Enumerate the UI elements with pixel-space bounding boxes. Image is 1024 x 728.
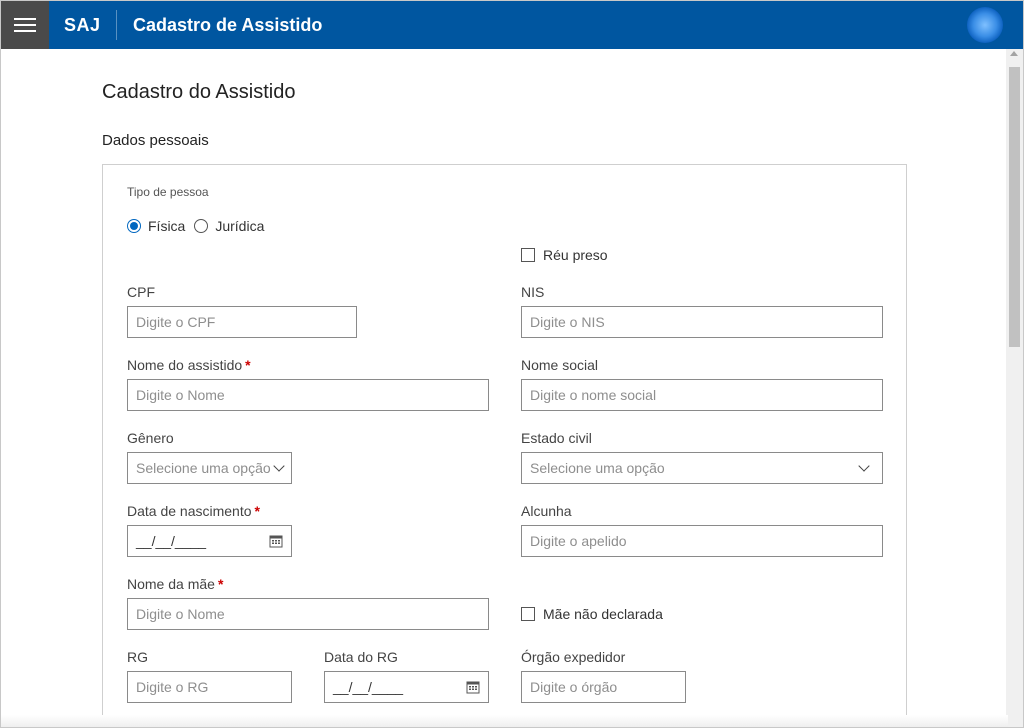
tipo-pessoa-label: Tipo de pessoa (127, 185, 209, 199)
orgao-expedidor-input[interactable] (521, 671, 686, 703)
hamburger-icon (14, 18, 36, 20)
data-nascimento-label: Data de nascimento * (127, 503, 260, 519)
page-title: Cadastro do Assistido (102, 81, 296, 103)
reu-preso-checkbox[interactable] (521, 248, 535, 262)
radio-fisica[interactable] (127, 219, 141, 233)
scroll-up-arrow-icon[interactable] (1010, 51, 1018, 56)
mae-nao-declarada-label[interactable]: Mãe não declarada (543, 606, 663, 622)
rg-input[interactable] (127, 671, 292, 703)
calendar-icon[interactable] (269, 534, 283, 548)
required-marker: * (245, 357, 251, 373)
menu-button[interactable] (1, 1, 49, 49)
required-marker: * (254, 503, 260, 519)
data-rg-label: Data do RG (324, 649, 398, 665)
data-nascimento-input[interactable]: __/__/____ (127, 525, 292, 557)
alcunha-label: Alcunha (521, 503, 572, 519)
data-rg-input[interactable]: __/__/____ (324, 671, 489, 703)
nome-social-input[interactable] (521, 379, 883, 411)
chevron-down-icon (273, 459, 285, 472)
personal-data-card: Tipo de pessoa Física Jurídica Réu preso… (102, 164, 907, 727)
bottom-edge (1, 715, 1008, 727)
nome-assistido-input[interactable] (127, 379, 489, 411)
cpf-input[interactable] (127, 306, 357, 338)
nome-assistido-label: Nome do assistido * (127, 357, 251, 373)
tipo-pessoa-radio-group: Física Jurídica (127, 218, 264, 234)
header-divider (116, 10, 117, 40)
cpf-label: CPF (127, 284, 155, 300)
data-rg-value: __/__/____ (333, 679, 404, 695)
app-window: SAJ Cadastro de Assistido Cadastro do As… (0, 0, 1024, 728)
nome-mae-label: Nome da mãe * (127, 576, 224, 592)
section-title: Dados pessoais (102, 132, 209, 149)
genero-select-value: Selecione uma opção (136, 460, 271, 476)
orgao-expedidor-label: Órgão expedidor (521, 649, 626, 665)
radio-juridica-label[interactable]: Jurídica (215, 218, 264, 234)
radio-juridica[interactable] (194, 219, 209, 233)
user-avatar[interactable] (967, 7, 1003, 43)
required-marker: * (217, 576, 224, 592)
alcunha-input[interactable] (521, 525, 883, 557)
mae-nao-declarada-row: Mãe não declarada (521, 606, 663, 622)
nis-input[interactable] (521, 306, 883, 338)
top-bar: SAJ Cadastro de Assistido (1, 1, 1023, 49)
estado-civil-select[interactable]: Selecione uma opção (521, 452, 883, 484)
mae-nao-declarada-checkbox[interactable] (521, 607, 535, 621)
reu-preso-row: Réu preso (521, 247, 608, 263)
nis-label: NIS (521, 284, 545, 300)
nome-social-label: Nome social (521, 357, 599, 373)
genero-select[interactable]: Selecione uma opção (127, 452, 292, 484)
genero-label: Gênero (127, 430, 174, 446)
nome-mae-input[interactable] (127, 598, 489, 630)
radio-fisica-label[interactable]: Física (148, 218, 185, 234)
brand-logo[interactable]: SAJ (64, 15, 116, 36)
app-title: Cadastro de Assistido (133, 14, 323, 35)
rg-label: RG (127, 649, 148, 665)
calendar-icon[interactable] (466, 680, 480, 694)
scroll-thumb[interactable] (1009, 67, 1020, 347)
chevron-down-icon (858, 459, 870, 472)
vertical-scrollbar[interactable] (1006, 49, 1023, 727)
estado-civil-label: Estado civil (521, 430, 592, 446)
estado-civil-select-value: Selecione uma opção (530, 460, 665, 476)
data-nascimento-value: __/__/____ (136, 533, 207, 549)
reu-preso-label[interactable]: Réu preso (543, 247, 608, 263)
